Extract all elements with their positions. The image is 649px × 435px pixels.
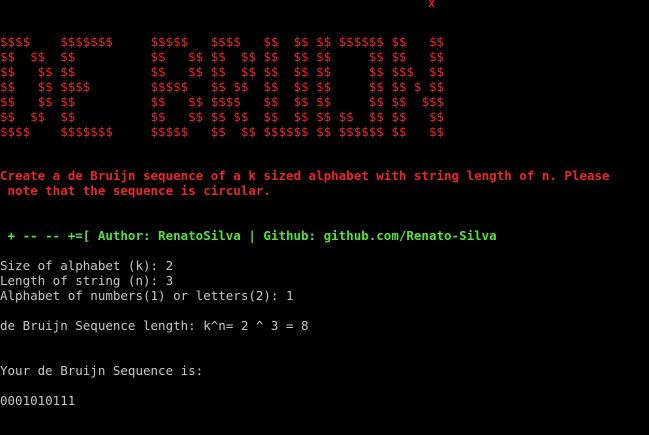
- banner-line: $$$$ $$$$$$$ $$$$$ $$$$ $$ $$ $$ $$$$$$ …: [0, 34, 445, 49]
- terminal-window[interactable]: x $$$$ $$$$$$$ $$$$$ $$$$ $$ $$ $$ $$$$$…: [0, 0, 649, 435]
- close-icon[interactable]: x: [428, 0, 435, 10]
- alphabet-size-line: Size of alphabet (k): 2: [0, 258, 174, 273]
- string-length-line: Length of string (n): 3: [0, 273, 174, 288]
- banner-line: $$ $$ $$ $$ $$ $$$$ $$ $$ $$ $$ $$ $$$: [0, 94, 445, 109]
- description-line-2: note that the sequence is circular.: [0, 183, 271, 198]
- result-value: 0001010111: [0, 393, 76, 408]
- alphabet-type-line: Alphabet of numbers(1) or letters(2): 1: [0, 288, 294, 303]
- banner-line: $$ $$ $$ $$ $$ $$ $$ $$ $$ $$ $$ $$ $$: [0, 49, 445, 64]
- banner-line: $$$$ $$$$$$$ $$$$$ $$ $$ $$$$$$ $$ $$$$$…: [0, 124, 445, 139]
- sequence-length-line: de Bruijn Sequence length: k^n= 2 ^ 3 = …: [0, 318, 309, 333]
- description-line-1: Create a de Bruijn sequence of a k sized…: [0, 168, 610, 183]
- banner-line: $$ $$ $$$$ $$$$$ $$ $$ $$ $$ $$ $$ $$ $ …: [0, 79, 445, 94]
- banner-line: $$ $$ $$ $$ $$ $$ $$ $$ $$ $$ $$ $$$ $$: [0, 64, 445, 79]
- ascii-banner: $$$$ $$$$$$$ $$$$$ $$$$ $$ $$ $$ $$$$$$ …: [0, 34, 444, 139]
- result-label: Your de Bruijn Sequence is:: [0, 363, 204, 378]
- banner-line: $$ $$ $$ $$ $$ $$ $$ $$ $$ $$ $$ $$ $$ $…: [0, 109, 445, 124]
- author-line: + -- -- +=[ Author: RenatoSilva | Github…: [0, 228, 497, 243]
